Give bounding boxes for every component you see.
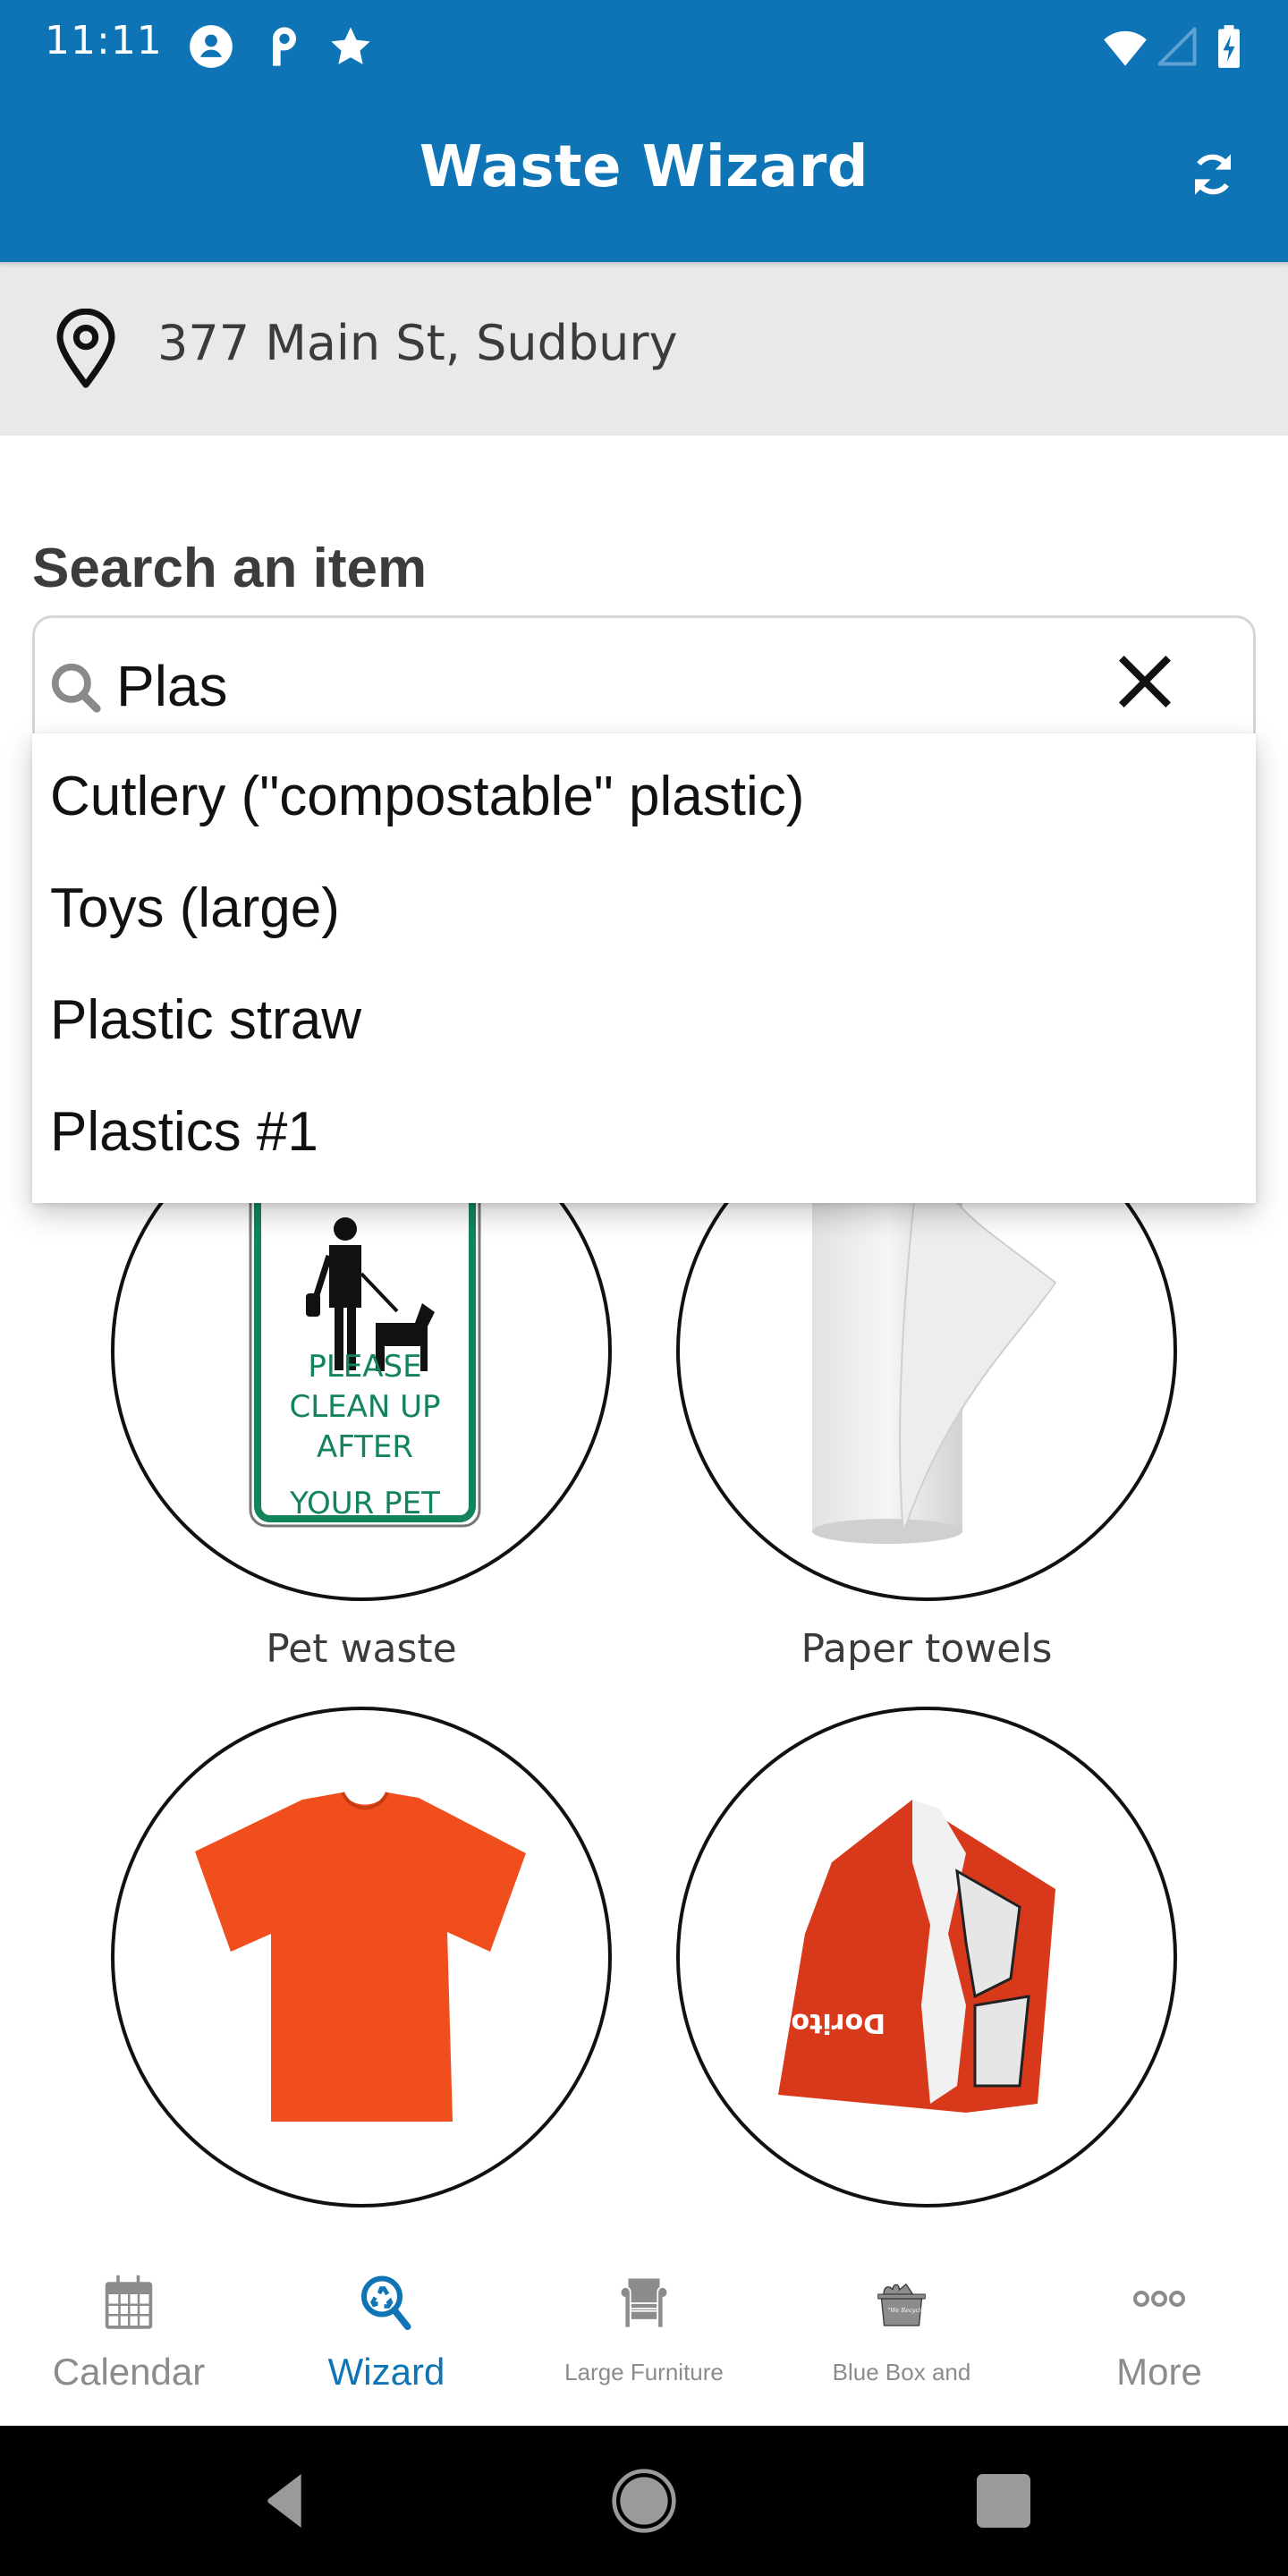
location-pin-icon	[56, 309, 115, 388]
sign-text-line: AFTER	[317, 1429, 413, 1465]
recycle-search-icon	[361, 2275, 411, 2330]
recents-icon[interactable]	[968, 2465, 1039, 2537]
item-label: Pet waste	[266, 1626, 457, 1672]
back-icon[interactable]	[250, 2465, 322, 2537]
wifi-icon	[1104, 30, 1147, 66]
recycling-bin-icon: "We Recycle!"	[877, 2283, 928, 2326]
app-bar: Waste Wizard	[0, 89, 1288, 262]
refresh-button[interactable]	[1177, 139, 1249, 210]
bin-label-text: "We Recycle!"	[887, 2307, 928, 2314]
parking-icon	[273, 27, 296, 66]
address-text: 377 Main St, Sudbury	[157, 315, 678, 371]
armchair-icon	[619, 2278, 669, 2329]
nav-tab-large-furniture[interactable]: Large Furniture	[515, 2247, 773, 2426]
nav-label: Large Furniture	[564, 2359, 724, 2385]
nav-tab-blue-box[interactable]: "We Recycle!" Blue Box and	[773, 2247, 1030, 2426]
suggestion-item[interactable]: Plastics #1	[32, 1076, 1256, 1188]
orange-t-shirt-image	[195, 1792, 526, 2122]
account-circle-icon	[190, 25, 233, 68]
sign-text-line: YOUR PET	[289, 1486, 440, 1521]
status-time: 11:11	[45, 18, 163, 64]
bottom-nav: Calendar Wizard Large Furniture "We Recy…	[0, 2247, 1288, 2426]
more-dots-icon	[1133, 2290, 1186, 2307]
chip-bag-image: Doritos	[775, 1800, 1055, 2113]
nav-label: Wizard	[327, 2351, 445, 2393]
calendar-icon	[105, 2275, 153, 2329]
sign-text-line: CLEAN UP	[289, 1389, 440, 1425]
nav-label: More	[1116, 2351, 1202, 2393]
refresh-icon	[1194, 154, 1232, 195]
suggestion-item[interactable]: Plastic straw	[32, 964, 1256, 1076]
search-input[interactable]	[116, 646, 1011, 726]
home-icon[interactable]	[608, 2465, 680, 2537]
item-label: Paper towels	[801, 1626, 1053, 1672]
clear-search-icon[interactable]	[1109, 646, 1181, 717]
item-image-circle	[111, 1707, 612, 2207]
system-nav-bar	[0, 2426, 1288, 2576]
cell-signal-empty-icon	[1157, 27, 1197, 66]
nav-label: Blue Box and	[832, 2359, 971, 2385]
chip-bag-brand-text: Doritos	[775, 2007, 886, 2038]
nav-label: Calendar	[52, 2351, 206, 2393]
star-icon	[331, 27, 370, 64]
suggestion-item[interactable]: Cutlery ("compostable" plastic)	[32, 741, 1256, 852]
search-label: Search an item	[32, 538, 428, 599]
sign-text-line: PLEASE	[308, 1349, 421, 1385]
suggestions-dropdown: Cutlery ("compostable" plastic) Toys (la…	[32, 733, 1256, 1203]
nav-tab-wizard[interactable]: Wizard	[258, 2247, 515, 2426]
app-title: Waste Wizard	[419, 134, 869, 200]
suggestion-item[interactable]: Toys (large)	[32, 852, 1256, 964]
status-bar: 11:11	[0, 0, 1288, 89]
nav-tab-more[interactable]: More	[1030, 2247, 1288, 2426]
item-image-circle: Doritos	[676, 1707, 1177, 2207]
battery-charging-icon	[1218, 25, 1240, 68]
search-icon	[51, 663, 101, 713]
nav-tab-calendar[interactable]: Calendar	[0, 2247, 258, 2426]
